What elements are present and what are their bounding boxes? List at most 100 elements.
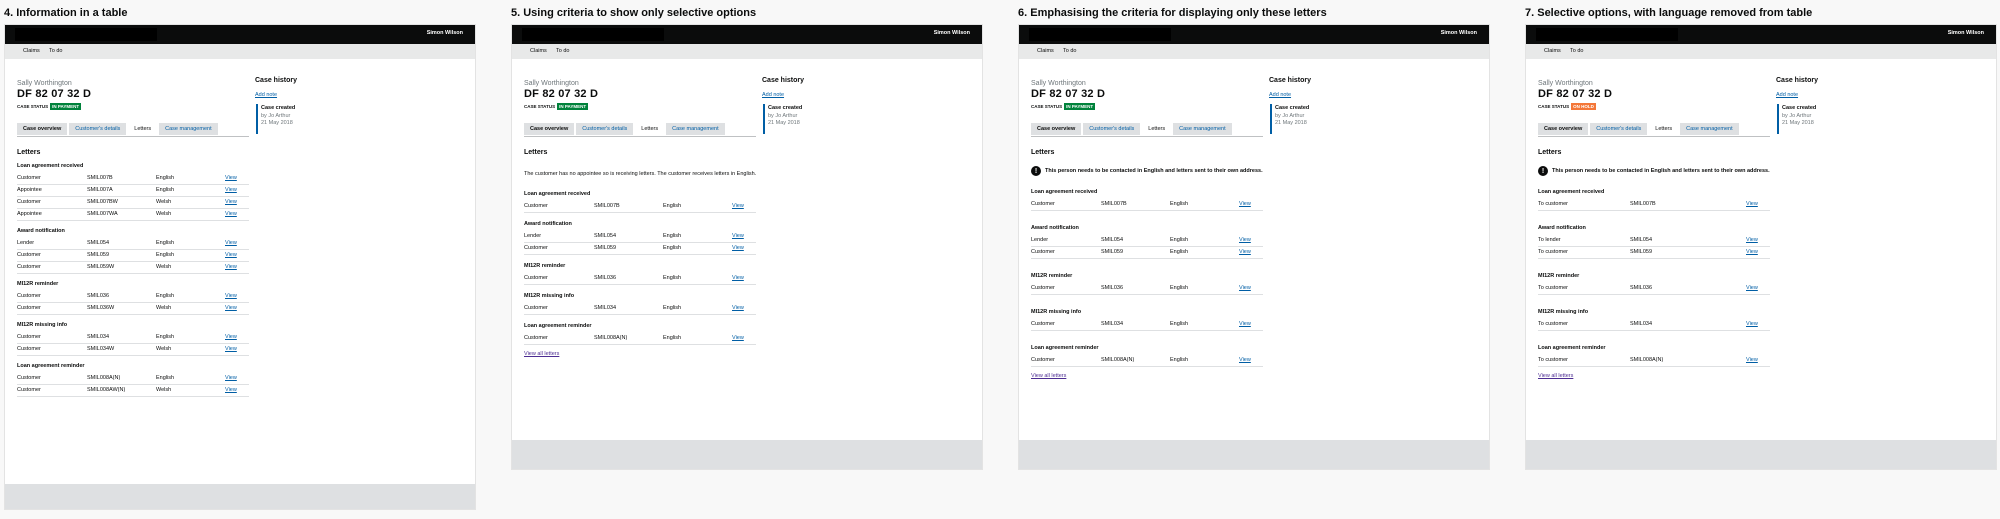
view-letter-link[interactable]: View (732, 233, 744, 239)
tab-case-management[interactable]: Case management (1680, 123, 1739, 135)
view-letter-link[interactable]: View (732, 305, 744, 311)
recipient-cell: Appointee (17, 187, 42, 193)
view-letter-link[interactable]: View (732, 335, 744, 341)
table-row: Customer SMIL034 English View (1031, 319, 1263, 331)
tab-customer-details[interactable]: Customer's details (576, 123, 634, 135)
view-letter-link[interactable]: View (225, 293, 237, 299)
table-row: Customer SMIL059 English View (1031, 247, 1263, 259)
recipient-cell: Customer (524, 245, 548, 251)
view-letter-link[interactable]: View (1239, 237, 1251, 243)
case-status: CASE STATUS IN PAYMENT (17, 103, 82, 110)
timeline-bar (1777, 104, 1779, 134)
language-cell: English (156, 293, 175, 299)
view-letter-link[interactable]: View (1239, 321, 1251, 327)
tab-letters[interactable]: Letters (1142, 123, 1172, 135)
view-letter-link[interactable]: View (732, 203, 744, 209)
view-letter-link[interactable]: View (225, 175, 237, 181)
timeline-entry-author: by Jo Arthur (261, 113, 291, 119)
add-note-link[interactable]: Add note (1776, 92, 1798, 98)
view-letter-link[interactable]: View (1239, 357, 1251, 363)
tab-case-overview[interactable]: Case overview (17, 123, 68, 135)
view-letter-link[interactable]: View (1746, 237, 1758, 243)
table-row: Customer SMIL007B English View (1031, 199, 1263, 211)
add-note-link[interactable]: Add note (762, 92, 784, 98)
view-letter-link[interactable]: View (732, 245, 744, 251)
view-letter-link[interactable]: View (225, 187, 237, 193)
case-status-label: CASE STATUS (1538, 104, 1570, 109)
customer-name: Sally Worthington (17, 80, 72, 87)
add-note-link[interactable]: Add note (1269, 92, 1291, 98)
view-letter-link[interactable]: View (225, 375, 237, 381)
tab-letters[interactable]: Letters (128, 123, 158, 135)
table-row: Lender SMIL054 English View (524, 231, 756, 243)
letter-code-cell: SMIL007A (87, 187, 113, 193)
view-letter-link[interactable]: View (225, 387, 237, 393)
letter-code-cell: SMIL008AW(N) (87, 387, 126, 393)
customer-name: Sally Worthington (1031, 80, 1086, 87)
recipient-cell: Customer (1031, 249, 1055, 255)
recipient-cell: Customer (17, 252, 41, 258)
recipient-cell: To customer (1538, 249, 1568, 255)
view-letter-link[interactable]: View (1239, 285, 1251, 291)
table-row: Customer SMIL036 English View (524, 273, 756, 285)
tab-case-overview[interactable]: Case overview (1538, 123, 1589, 135)
main-content: Sally Worthington DF 82 07 32 D CASE STATU… (5, 25, 475, 509)
view-letter-link[interactable]: View (1746, 357, 1758, 363)
tab-customer-details[interactable]: Customer's details (69, 123, 127, 135)
tab-case-management[interactable]: Case management (666, 123, 725, 135)
tab-customer-details[interactable]: Customer's details (1590, 123, 1648, 135)
letter-code-cell: SMIL054 (87, 240, 110, 246)
view-all-letters-link[interactable]: View all letters (1031, 373, 1066, 379)
recipient-cell: Customer (17, 334, 41, 340)
letter-code-cell: SMIL036 (1101, 285, 1124, 291)
letter-code-cell: SMIL059 (1630, 249, 1653, 255)
view-letter-link[interactable]: View (225, 252, 237, 258)
timeline-entry-author: by Jo Arthur (1275, 113, 1305, 119)
view-all-letters-link[interactable]: View all letters (524, 351, 559, 357)
customer-name: Sally Worthington (524, 80, 579, 87)
screen-frame: Simon Wilson Claims To do Sally Worthington… (4, 24, 476, 510)
view-letter-link[interactable]: View (225, 264, 237, 270)
view-letter-link[interactable]: View (225, 346, 237, 352)
footer (1019, 440, 1489, 469)
view-letter-link[interactable]: View (1239, 249, 1251, 255)
tab-case-management[interactable]: Case management (1173, 123, 1232, 135)
view-letter-link[interactable]: View (732, 275, 744, 281)
letter-group-title: MI12R missing info (1031, 309, 1082, 315)
screen-frame: Simon Wilson Claims To do Sally Worthington… (1018, 24, 1490, 470)
table-row: Customer SMIL036W Welsh View (17, 303, 249, 315)
language-cell: English (156, 175, 175, 181)
case-status: CASE STATUS IN PAYMENT (1031, 103, 1096, 110)
table-row: Appointee SMIL007A English View (17, 185, 249, 197)
table-row: Customer SMIL008A(N) English View (17, 373, 249, 385)
view-letter-link[interactable]: View (225, 240, 237, 246)
add-note-link[interactable]: Add note (255, 92, 277, 98)
view-letter-link[interactable]: View (225, 211, 237, 217)
tab-letters[interactable]: Letters (635, 123, 665, 135)
view-letter-link[interactable]: View (225, 334, 237, 340)
table-row: Customer SMIL008A(N) English View (524, 333, 756, 345)
view-letter-link[interactable]: View (1746, 321, 1758, 327)
letter-code-cell: SMIL007B (594, 203, 620, 209)
view-letter-link[interactable]: View (225, 199, 237, 205)
table-row: Customer SMIL059 English View (524, 243, 756, 255)
tab-case-management[interactable]: Case management (159, 123, 218, 135)
letter-code-cell: SMIL059 (87, 252, 110, 258)
view-letter-link[interactable]: View (225, 305, 237, 311)
tab-case-overview[interactable]: Case overview (524, 123, 575, 135)
letter-code-cell: SMIL007B (1630, 201, 1656, 207)
tab-letters[interactable]: Letters (1649, 123, 1679, 135)
view-letter-link[interactable]: View (1239, 201, 1251, 207)
view-letter-link[interactable]: View (1746, 201, 1758, 207)
mockup-panel: 5. Using criteria to show only selective… (507, 0, 983, 519)
case-status-label: CASE STATUS (524, 104, 556, 109)
tab-case-overview[interactable]: Case overview (1031, 123, 1082, 135)
language-cell: English (156, 252, 175, 258)
tab-customer-details[interactable]: Customer's details (1083, 123, 1141, 135)
callout-text: This person needs to be contacted in Eng… (1552, 168, 1770, 174)
view-letter-link[interactable]: View (1746, 285, 1758, 291)
letter-code-cell: SMIL007B (87, 175, 113, 181)
view-all-letters-link[interactable]: View all letters (1538, 373, 1573, 379)
main-content: Sally Worthington DF 82 07 32 D CASE STATU… (1019, 25, 1489, 469)
view-letter-link[interactable]: View (1746, 249, 1758, 255)
